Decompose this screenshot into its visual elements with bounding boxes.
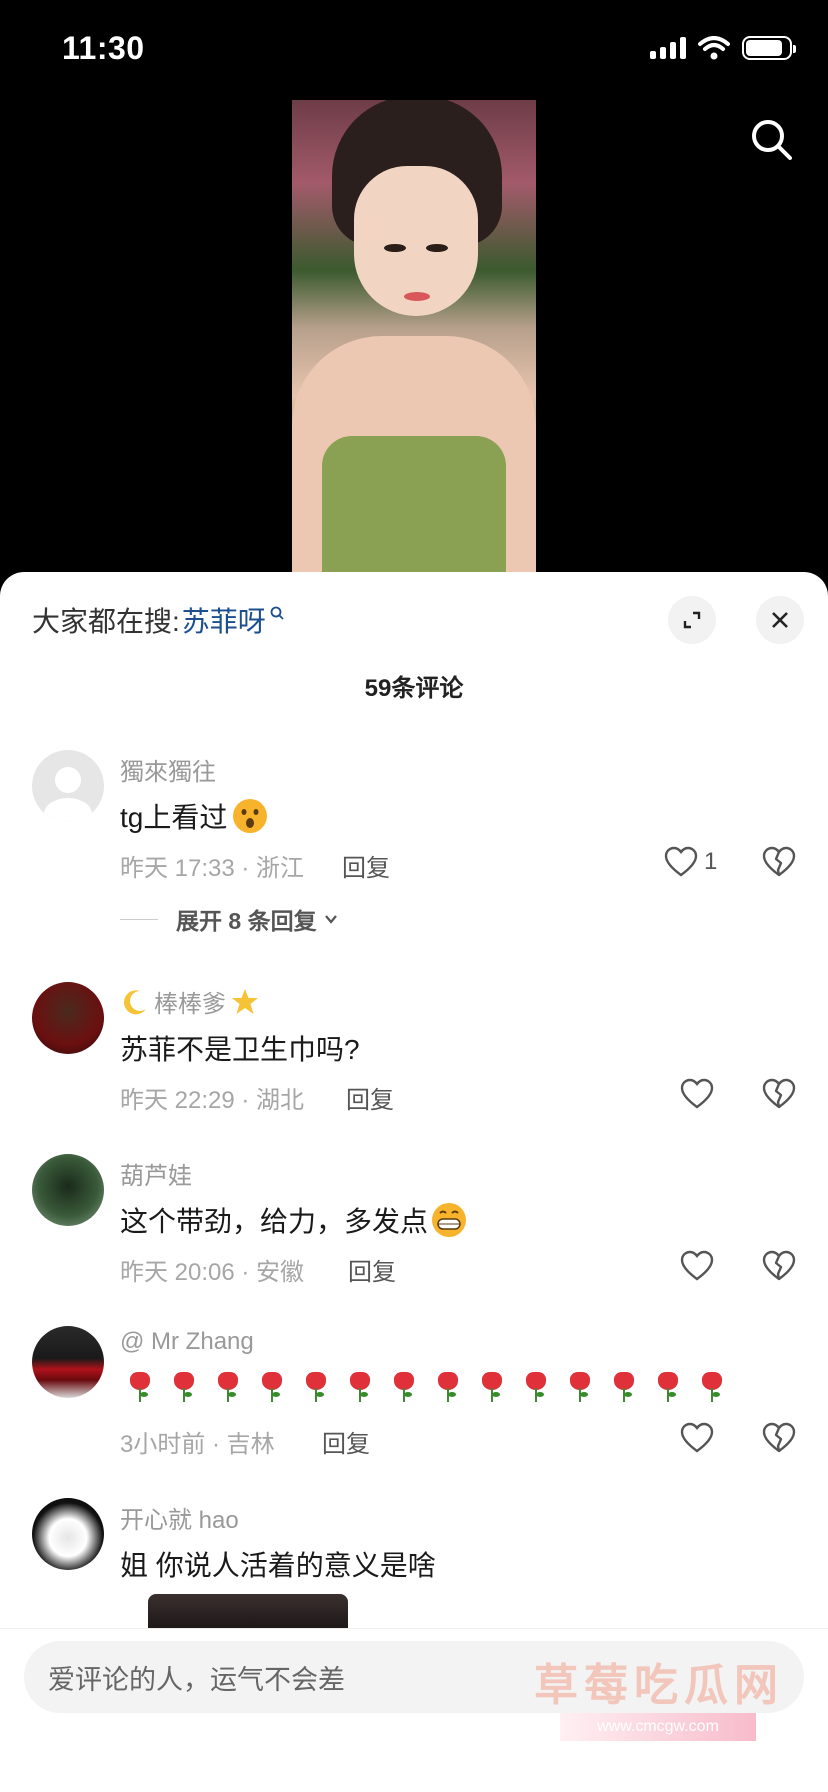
expand-icon: [683, 611, 701, 629]
dislike-button[interactable]: [762, 1250, 796, 1287]
comment-item: @ Mr Zhang 3小时前 · 吉林 回复: [0, 1326, 828, 1476]
rose-icon: [656, 1372, 680, 1402]
rose-icon: [480, 1372, 504, 1402]
rose-icon: [700, 1372, 724, 1402]
rose-icon: [568, 1372, 592, 1402]
surprised-face-icon: [233, 799, 268, 833]
avatar[interactable]: [32, 1498, 104, 1570]
comment-count: 59条评论: [364, 675, 464, 702]
rose-icon: [436, 1372, 460, 1402]
comment-item: 獨來獨往 tg上看过 昨天 17:33 · 浙江 回复 1 展开 8 条回复: [0, 750, 828, 950]
heart-icon: [664, 846, 698, 877]
moon-icon: [124, 989, 146, 1014]
like-button[interactable]: [680, 1250, 714, 1282]
status-icons: [650, 36, 796, 60]
like-button[interactable]: [680, 1078, 714, 1110]
status-time: 11:30: [62, 30, 145, 66]
rose-icon: [260, 1372, 284, 1402]
heart-icon: [680, 1078, 714, 1109]
comment-text: [120, 1372, 724, 1402]
comment-meta: 昨天 20:06 · 安徽: [120, 1259, 305, 1286]
watermark-url: www.cmcgw.com: [560, 1713, 756, 1741]
cellular-signal-icon: [650, 37, 686, 59]
hot-search[interactable]: 大家都在搜: 苏菲呀: [32, 600, 285, 640]
heart-icon: [680, 1422, 714, 1453]
rose-icon: [392, 1372, 416, 1402]
reply-button[interactable]: 回复: [346, 1080, 394, 1115]
username[interactable]: 獨來獨往: [120, 752, 216, 787]
search-icon[interactable]: [748, 116, 796, 164]
like-button[interactable]: [680, 1422, 714, 1454]
hot-search-keyword[interactable]: 苏菲呀: [182, 600, 266, 640]
dislike-button[interactable]: [762, 1422, 796, 1459]
avatar[interactable]: [32, 1326, 104, 1398]
comment-input-bar: 爱评论的人，运气不会差 草莓吃瓜网 www.cmcgw.com: [0, 1628, 828, 1792]
rose-icon: [612, 1372, 636, 1402]
dislike-button[interactable]: [762, 846, 796, 883]
comment-text: 这个带劲，给力，多发点: [120, 1200, 468, 1240]
comment-sheet: 大家都在搜: 苏菲呀 59条评论 獨來獨往 tg上看过 昨天 17:33 · 浙…: [0, 572, 828, 1792]
like-count: 1: [704, 848, 718, 875]
like-button[interactable]: 1: [664, 846, 717, 878]
broken-heart-icon: [762, 1078, 796, 1109]
close-icon: [772, 612, 788, 628]
rose-icon: [348, 1372, 372, 1402]
rose-icon: [172, 1372, 196, 1402]
comment-text: 姐 你说人活着的意义是啥: [120, 1550, 436, 1581]
comment-meta: 3小时前 · 吉林: [120, 1431, 275, 1458]
reply-button[interactable]: 回复: [348, 1252, 396, 1287]
avatar[interactable]: [32, 1154, 104, 1226]
comment-input-placeholder: 爱评论的人，运气不会差: [48, 1664, 345, 1695]
expand-sheet-button[interactable]: [668, 596, 716, 644]
comment-meta: 昨天 17:33 · 浙江: [120, 855, 305, 882]
broken-heart-icon: [762, 1250, 796, 1281]
reply-button[interactable]: 回复: [322, 1424, 370, 1459]
broken-heart-icon: [762, 846, 796, 877]
rose-icon: [304, 1372, 328, 1402]
heart-icon: [680, 1250, 714, 1281]
divider-line: [120, 918, 158, 920]
dislike-button[interactable]: [762, 1078, 796, 1115]
chevron-down-icon: [324, 915, 337, 924]
comment-text: tg上看过: [120, 796, 269, 836]
comment-item: 葫芦娃 这个带劲，给力，多发点 昨天 20:06 · 安徽 回复: [0, 1154, 828, 1304]
comment-item: 棒棒爹 苏菲不是卫生巾吗? 昨天 22:29 · 湖北 回复: [0, 982, 828, 1132]
username[interactable]: 开心就 hao: [120, 1500, 239, 1535]
watermark-logo: 草莓吃瓜网: [534, 1661, 784, 1710]
comment-text: 苏菲不是卫生巾吗?: [120, 1034, 360, 1065]
close-button[interactable]: [756, 596, 804, 644]
avatar[interactable]: [32, 982, 104, 1054]
expand-replies-button[interactable]: 展开 8 条回复: [120, 902, 339, 936]
star-icon: [232, 988, 258, 1014]
reply-button[interactable]: 回复: [342, 848, 390, 883]
wifi-icon: [698, 36, 730, 60]
comment-item: 开心就 hao 姐 你说人活着的意义是啥: [0, 1498, 828, 1638]
rose-emoji-row: [120, 1372, 724, 1402]
avatar[interactable]: [32, 750, 104, 822]
grinning-face-icon: [432, 1203, 467, 1237]
username[interactable]: 棒棒爹: [120, 984, 260, 1019]
mini-search-icon: [270, 606, 284, 620]
rose-icon: [128, 1372, 152, 1402]
rose-icon: [524, 1372, 548, 1402]
hot-search-label: 大家都在搜:: [32, 606, 180, 637]
status-bar: 11:30: [0, 0, 828, 100]
username[interactable]: @ Mr Zhang: [120, 1328, 254, 1356]
video-thumbnail[interactable]: [292, 96, 536, 580]
username[interactable]: 葫芦娃: [120, 1156, 192, 1191]
battery-icon: [742, 36, 796, 60]
rose-icon: [216, 1372, 240, 1402]
broken-heart-icon: [762, 1422, 796, 1453]
comment-meta: 昨天 22:29 · 湖北: [120, 1087, 305, 1114]
